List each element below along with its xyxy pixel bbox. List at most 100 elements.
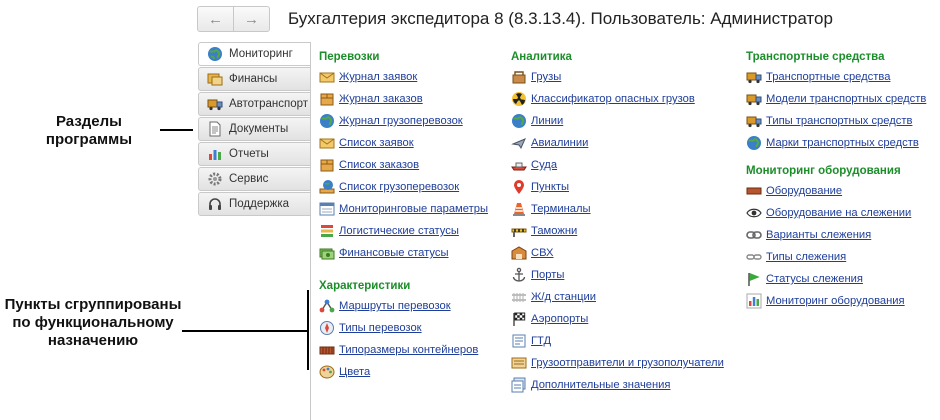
back-button[interactable]: ← [198, 7, 233, 31]
envelope-icon [319, 135, 335, 151]
values-icon [511, 377, 527, 393]
forward-button[interactable]: → [233, 7, 269, 31]
gear-icon [207, 171, 223, 187]
menu-item[interactable]: Таможни [511, 220, 736, 242]
eye-icon [746, 205, 762, 221]
menu-item[interactable]: Маршруты перевозок [319, 295, 504, 317]
section-label: Автотранспорт [229, 98, 309, 110]
menu-item[interactable]: Авиалинии [511, 132, 736, 154]
truck-icon [746, 91, 762, 107]
section-label: Документы [229, 123, 289, 135]
callout-grouping-pointer [182, 330, 308, 332]
menu-item[interactable]: Марки транспортных средств [746, 132, 938, 154]
menu-item[interactable]: Типы слежения [746, 246, 938, 268]
group-title-transport: Транспортные средства [746, 51, 885, 63]
people-icon [511, 355, 527, 371]
money-icon [319, 245, 335, 261]
callout-sections-pointer [160, 129, 193, 131]
menu-item[interactable]: Линии [511, 110, 736, 132]
menu-item[interactable]: Типы транспортных средств [746, 110, 938, 132]
menu-item[interactable]: Статусы слежения [746, 268, 938, 290]
app-title: Бухгалтерия экспедитора 8 (8.3.13.4). По… [288, 9, 833, 28]
column-3: Транспортные средства Транспортные средс… [746, 49, 938, 312]
section-label: Отчеты [229, 148, 269, 160]
flag-icon [511, 311, 527, 327]
menu-item[interactable]: Суда [511, 154, 736, 176]
document-icon [207, 121, 223, 137]
menu-item[interactable]: Типы перевозок [319, 317, 504, 339]
section-reports[interactable]: Отчеты [198, 142, 310, 166]
column-2: Аналитика Грузы Классификатор опасных гр… [511, 49, 736, 396]
menu-item[interactable]: Пункты [511, 176, 736, 198]
chart-icon [746, 293, 762, 309]
menu-item[interactable]: Список заявок [319, 132, 504, 154]
menu-item[interactable]: Финансовые статусы [319, 242, 504, 264]
column-1: Перевозки Журнал заявок Журнал заказов Ж… [319, 49, 504, 383]
menu-item[interactable]: Журнал заявок [319, 66, 504, 88]
stack-icon [319, 223, 335, 239]
globe-icon [207, 46, 223, 62]
section-support[interactable]: Поддержка [198, 192, 310, 216]
declaration-icon [511, 333, 527, 349]
menu-item[interactable]: Модели транспортных средств [746, 88, 938, 110]
box-icon [319, 157, 335, 173]
route-icon [319, 298, 335, 314]
link-icon [746, 249, 762, 265]
truck-icon [746, 113, 762, 129]
truck-icon [746, 69, 762, 85]
menu-item[interactable]: Ж/д станции [511, 286, 736, 308]
menu-item[interactable]: Список грузоперевозок [319, 176, 504, 198]
menu-item[interactable]: Цвета [319, 361, 504, 383]
group-title-monitoring: Мониторинг оборудования [746, 165, 901, 177]
chart-icon [207, 146, 223, 162]
hazard-icon [511, 91, 527, 107]
headset-icon [207, 196, 223, 212]
history-nav: ← → [197, 6, 270, 32]
section-finance[interactable]: Финансы [198, 67, 310, 91]
menu-item[interactable]: Журнал грузоперевозок [319, 110, 504, 132]
callout-grouping-bracket [307, 290, 309, 370]
sections-panel: Мониторинг Финансы Автотранспорт Докумен… [198, 42, 310, 217]
menu-item[interactable]: Мониторинг оборудования [746, 290, 938, 312]
menu-item[interactable]: Список заказов [319, 154, 504, 176]
menu-item[interactable]: Мониторинговые параметры [319, 198, 504, 220]
menu-item[interactable]: Грузы [511, 66, 736, 88]
menu-item[interactable]: ГТД [511, 330, 736, 352]
menu-item[interactable]: Транспортные средства [746, 66, 938, 88]
rail-icon [511, 289, 527, 305]
globe-icon [511, 113, 527, 129]
menu-item[interactable]: Терминалы [511, 198, 736, 220]
callout-sections: Разделы программы [45, 113, 133, 148]
list-icon [319, 201, 335, 217]
menu-item[interactable]: Порты [511, 264, 736, 286]
section-monitoring[interactable]: Мониторинг [198, 42, 310, 66]
section-label: Финансы [229, 73, 278, 85]
menu-item[interactable]: Дополнительные значения [511, 374, 736, 396]
menu-item[interactable]: Оборудование на слежении [746, 202, 938, 224]
menu-item[interactable]: Журнал заказов [319, 88, 504, 110]
menu-item[interactable]: Оборудование [746, 180, 938, 202]
menu-item[interactable]: Грузоотправители и грузополучатели [511, 352, 736, 374]
group-title-analitika: Аналитика [511, 51, 572, 63]
cargo-icon [511, 69, 527, 85]
finance-icon [207, 71, 223, 87]
palette-icon [319, 364, 335, 380]
menu-item[interactable]: Аэропорты [511, 308, 736, 330]
section-autotransport[interactable]: Автотранспорт [198, 92, 310, 116]
menu-item[interactable]: Варианты слежения [746, 224, 938, 246]
group-title-perevozki: Перевозки [319, 51, 380, 63]
chain-icon [746, 227, 762, 243]
menu-item[interactable]: Классификатор опасных грузов [511, 88, 736, 110]
warehouse-icon [511, 245, 527, 261]
section-documents[interactable]: Документы [198, 117, 310, 141]
container-icon [319, 342, 335, 358]
menu-item[interactable]: Типоразмеры контейнеров [319, 339, 504, 361]
section-label: Поддержка [229, 198, 289, 210]
section-label: Мониторинг [229, 48, 293, 60]
menu-item[interactable]: СВХ [511, 242, 736, 264]
ship-icon [511, 157, 527, 173]
section-service[interactable]: Сервис [198, 167, 310, 191]
box-icon [319, 91, 335, 107]
globe-stack-icon [319, 179, 335, 195]
menu-item[interactable]: Логистические статусы [319, 220, 504, 242]
